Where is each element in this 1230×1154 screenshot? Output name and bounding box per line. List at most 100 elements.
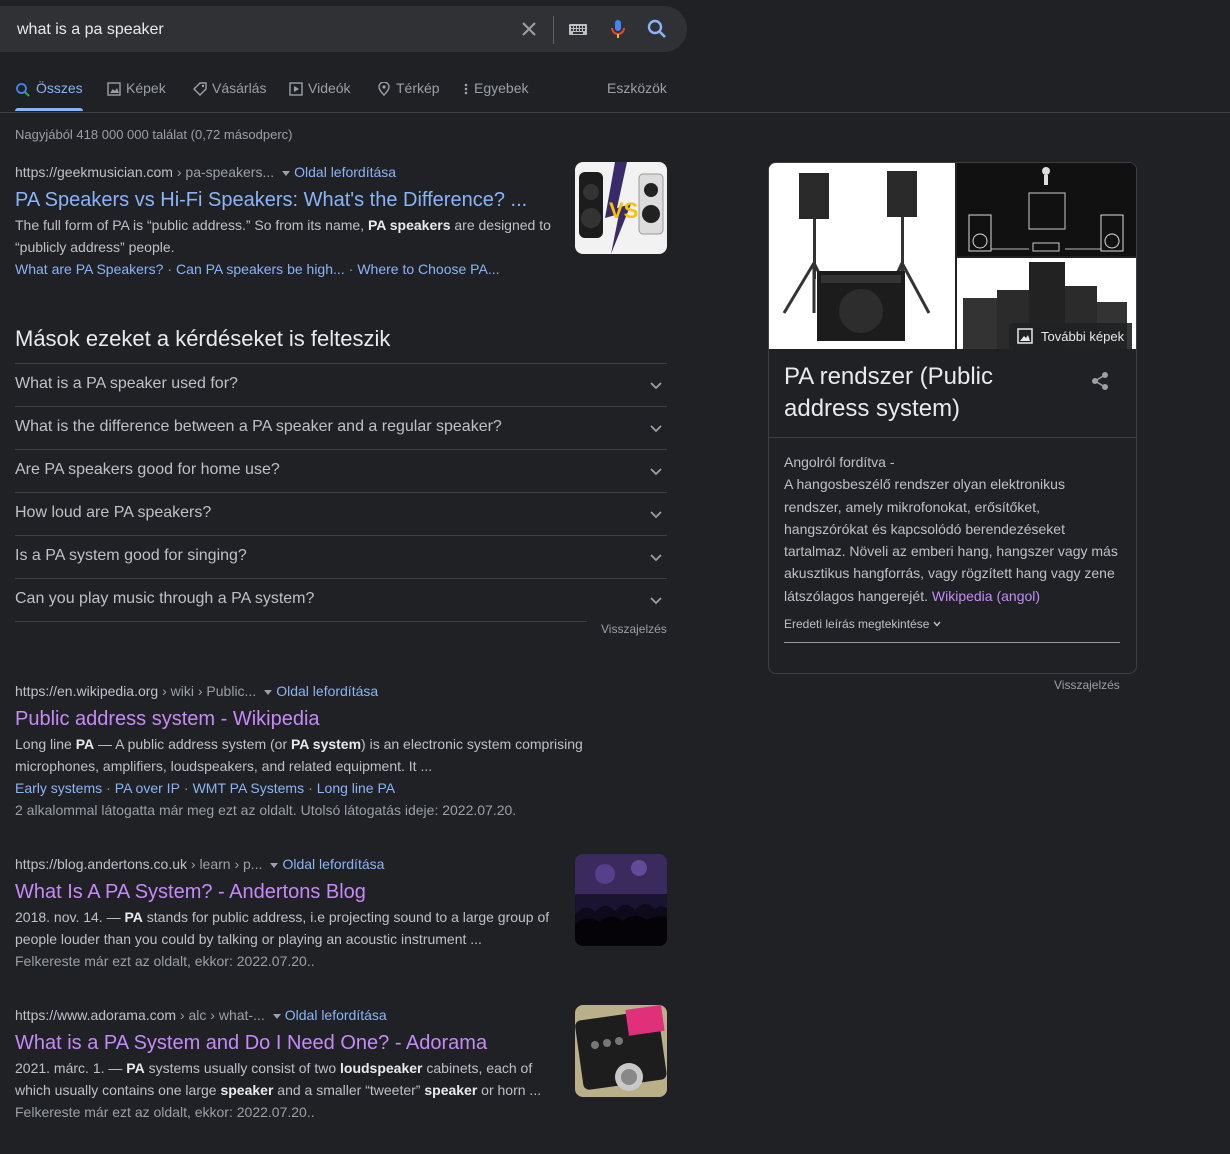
translate-link[interactable]: Oldal lefordítása <box>294 164 396 180</box>
tab-label: Videók <box>308 80 351 96</box>
kp-description-text: A hangosbeszélő rendszer olyan elektroni… <box>784 476 1118 604</box>
result-url[interactable]: https://geekmusician.com › pa-speakers..… <box>15 162 670 182</box>
tab-label: Képek <box>126 80 166 96</box>
kp-feedback-link[interactable]: Visszajelzés <box>1054 678 1120 692</box>
search-tabs: Összes Képek Vásárlás Videók Térkép Egye… <box>15 80 685 111</box>
search-result: https://blog.andertons.co.uk › learn › p… <box>15 854 670 972</box>
result-thumbnail[interactable]: VS <box>575 162 667 254</box>
feedback-link[interactable]: Visszajelzés <box>601 622 667 636</box>
kp-image-main[interactable] <box>769 163 955 349</box>
result-url[interactable]: https://www.adorama.com › alc › what-...… <box>15 1005 670 1025</box>
tools-label: Eszközök <box>607 80 667 96</box>
kp-translated-from: Angolról fordítva - <box>784 454 895 470</box>
result-breadcrumb: › wiki › Public... <box>158 683 257 699</box>
visit-note: Felkereste már ezt az oldalt, ekkor: 202… <box>15 953 315 969</box>
paa-question[interactable]: Can you play music through a PA system? <box>15 578 667 621</box>
sitelink-separator: · <box>308 780 313 796</box>
chevron-down-icon <box>933 621 941 627</box>
result-domain: https://blog.andertons.co.uk <box>15 856 187 872</box>
more-images-button[interactable]: További képek <box>1009 323 1133 349</box>
translate-link[interactable]: Oldal lefordítása <box>282 856 384 872</box>
translate-link[interactable]: Oldal lefordítása <box>285 1007 387 1023</box>
sitelink[interactable]: Where to Choose PA... <box>357 261 499 277</box>
sitelink-separator: · <box>106 780 111 796</box>
paa-question[interactable]: What is the difference between a PA spea… <box>15 406 667 449</box>
image-icon <box>1017 328 1033 344</box>
microphone-icon[interactable] <box>607 18 629 40</box>
share-icon[interactable] <box>1089 370 1111 397</box>
tab-label: Összes <box>36 80 83 96</box>
result-domain: https://en.wikipedia.org <box>15 683 159 699</box>
dropdown-arrow-icon[interactable] <box>270 862 279 868</box>
sitelinks: Early systems · PA over IP · WMT PA Systems ·… <box>15 777 670 799</box>
visit-note: 2 alkalommal látogatta már meg ezt az ol… <box>15 802 517 818</box>
search-result: https://en.wikipedia.org › wiki › Public… <box>15 681 670 821</box>
result-domain: https://geekmusician.com <box>15 164 173 180</box>
result-title[interactable]: Public address system - Wikipedia <box>15 706 670 732</box>
video-icon <box>289 82 303 96</box>
result-title[interactable]: What is a PA System and Do I Need One? -… <box>15 1030 670 1056</box>
tab-shopping[interactable]: Vásárlás <box>193 80 266 110</box>
paa-heading: Mások ezeket a kérdéseket is felteszik <box>15 326 391 351</box>
paa-question-text: What is the difference between a PA spea… <box>15 418 502 435</box>
kp-title: PA rendszer (Public address system) <box>784 363 993 422</box>
tab-all[interactable]: Összes <box>15 80 83 111</box>
paa-question-text: How loud are PA speakers? <box>15 504 212 521</box>
chevron-down-icon <box>650 468 662 476</box>
chevron-down-icon <box>650 597 662 605</box>
kp-original-label: Eredeti leírás megtekintése <box>784 617 930 631</box>
result-url[interactable]: https://blog.andertons.co.uk › learn › p… <box>15 854 670 874</box>
paa-question[interactable]: Is a PA system good for singing? <box>15 535 667 578</box>
map-pin-icon <box>378 82 390 96</box>
sitelink[interactable]: What are PA Speakers? <box>15 261 163 277</box>
result-snippet: 2021. márc. 1. — PA systems usually cons… <box>15 1060 542 1098</box>
kp-original-description[interactable]: Eredeti leírás megtekintése <box>784 617 942 631</box>
result-title[interactable]: PA Speakers vs Hi-Fi Speakers: What's th… <box>15 187 670 213</box>
visit-note: Felkereste már ezt az oldalt, ekkor: 202… <box>15 1104 315 1120</box>
dropdown-arrow-icon[interactable] <box>272 1013 281 1019</box>
sitelink[interactable]: WMT PA Systems <box>193 780 305 796</box>
chevron-down-icon <box>650 554 662 562</box>
more-vert-icon <box>464 83 468 95</box>
knowledge-panel: További képek PA rendszer (Public addres… <box>768 162 1137 674</box>
clear-icon[interactable] <box>518 18 540 40</box>
tab-label: Egyebek <box>474 80 529 96</box>
search-result: https://geekmusician.com › pa-speakers..… <box>15 162 670 280</box>
kp-image-diagram[interactable] <box>957 163 1136 256</box>
tools-button[interactable]: Eszközök <box>607 80 667 110</box>
result-thumbnail[interactable] <box>575 1005 667 1097</box>
tab-videos[interactable]: Videók <box>289 80 351 110</box>
paa-question[interactable]: What is a PA speaker used for? <box>15 363 667 406</box>
kp-source-link[interactable]: Wikipedia (angol) <box>932 588 1040 604</box>
dropdown-arrow-icon[interactable] <box>282 170 291 176</box>
kp-description: Angolról fordítva - A hangosbeszélő rend… <box>784 451 1124 607</box>
result-snippet: The full form of PA is “public address.”… <box>15 217 551 255</box>
result-thumbnail[interactable] <box>575 854 667 946</box>
tab-maps[interactable]: Térkép <box>377 80 440 110</box>
result-domain: https://www.adorama.com <box>15 1007 177 1023</box>
tab-images[interactable]: Képek <box>107 80 166 110</box>
sitelink[interactable]: Long line PA <box>317 780 395 796</box>
paa-question[interactable]: How loud are PA speakers? <box>15 492 667 535</box>
sitelink[interactable]: Can PA speakers be high... <box>176 261 345 277</box>
translate-link[interactable]: Oldal lefordítása <box>276 683 378 699</box>
sitelink[interactable]: PA over IP <box>115 780 180 796</box>
more-images-label: További képek <box>1041 328 1125 344</box>
sitelink[interactable]: Early systems <box>15 780 102 796</box>
result-stats: Nagyjából 418 000 000 találat (0,72 máso… <box>15 127 293 142</box>
search-input[interactable] <box>15 18 499 42</box>
keyboard-icon[interactable] <box>567 18 589 40</box>
result-url[interactable]: https://en.wikipedia.org › wiki › Public… <box>15 681 670 701</box>
result-breadcrumb: › learn › p... <box>187 856 263 872</box>
result-breadcrumb: › pa-speakers... <box>172 164 275 180</box>
tab-more[interactable]: Egyebek <box>463 80 528 110</box>
tag-icon <box>193 82 207 96</box>
dropdown-arrow-icon[interactable] <box>264 689 273 695</box>
tab-label: Vásárlás <box>212 80 267 96</box>
people-also-ask: What is a PA speaker used for? What is t… <box>15 363 667 622</box>
sitelink-separator: · <box>183 780 189 796</box>
result-title[interactable]: What Is A PA System? - Andertons Blog <box>15 879 670 905</box>
paa-question[interactable]: Are PA speakers good for home use? <box>15 449 667 492</box>
search-icon[interactable] <box>646 18 668 40</box>
paa-question-text: Is a PA system good for singing? <box>15 547 247 564</box>
